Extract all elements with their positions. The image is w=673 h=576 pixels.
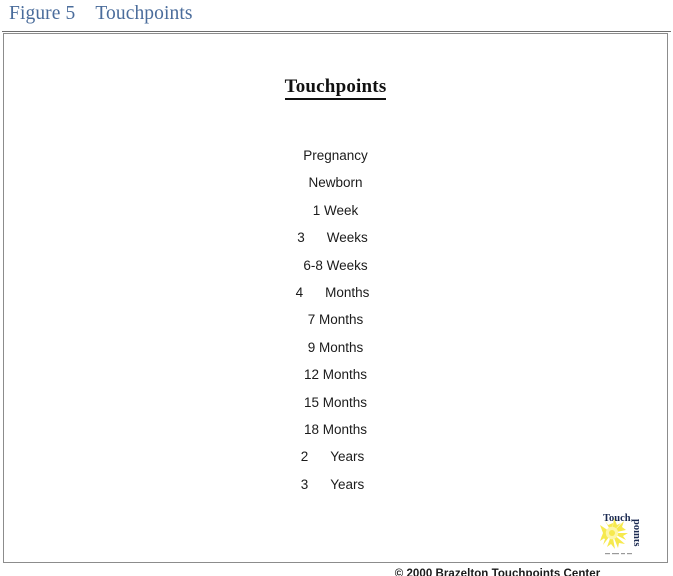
touchpoint-item: 3 Weeks — [297, 224, 368, 251]
touchpoints-logo: Touch points — [597, 511, 639, 561]
touchpoint-item: 3 Years — [301, 471, 365, 498]
logo-word-side: points — [631, 519, 639, 546]
touchpoint-item: 18 Months — [303, 421, 368, 437]
touchpoint-item: 9 Months — [307, 339, 364, 355]
copyright-text: © 2000 Brazelton Touchpoints Center — [394, 568, 601, 576]
logo-word-top: Touch — [603, 513, 631, 524]
touchpoints-list: Pregnancy Newborn 1 Week 3 Weeks 6-8 Weeks 4 Mo… — [4, 142, 667, 498]
slide-title-text: Touchpoints — [284, 76, 387, 100]
logo-tagline-icon — [605, 553, 632, 555]
touchpoint-item: 6-8 Weeks — [303, 257, 368, 273]
touchpoint-unit: Years — [330, 449, 365, 465]
figure-caption-label: Figure 5 — [9, 3, 76, 24]
touchpoint-item: Pregnancy — [303, 148, 368, 163]
touchpoint-unit: Weeks — [326, 230, 368, 246]
touchpoint-item: 1 Week — [312, 202, 359, 218]
touchpoint-number: 4 — [295, 284, 304, 300]
touchpoint-unit: Months — [325, 284, 370, 300]
touchpoint-unit: Years — [330, 476, 365, 492]
touchpoint-number: 3 — [300, 476, 309, 492]
touchpoint-item: 4 Months — [296, 279, 370, 306]
figure-frame: Touchpoints Pregnancy Newborn 1 Week 3 Weeks… — [3, 33, 668, 576]
figure-caption-title: Touchpoints — [95, 3, 193, 24]
figure-page: Figure 5 Touchpoints Touchpoints Pregnan… — [0, 0, 673, 576]
caption-divider-rule — [2, 31, 671, 32]
slide-title: Touchpoints — [4, 76, 667, 100]
touchpoint-item: Newborn — [308, 175, 363, 191]
figure-caption: Figure 5 Touchpoints — [9, 0, 193, 28]
touchpoint-number: 2 — [300, 449, 309, 465]
touchpoint-item: 7 Months — [307, 312, 364, 328]
touchpoint-item: 2 Years — [301, 443, 365, 470]
touchpoint-number: 3 — [297, 230, 305, 246]
touchpoint-item: 12 Months — [303, 367, 368, 383]
touchpoint-item: 15 Months — [303, 394, 368, 410]
copyright-line: © 2000 Brazelton Touchpoints Center — [4, 568, 667, 576]
